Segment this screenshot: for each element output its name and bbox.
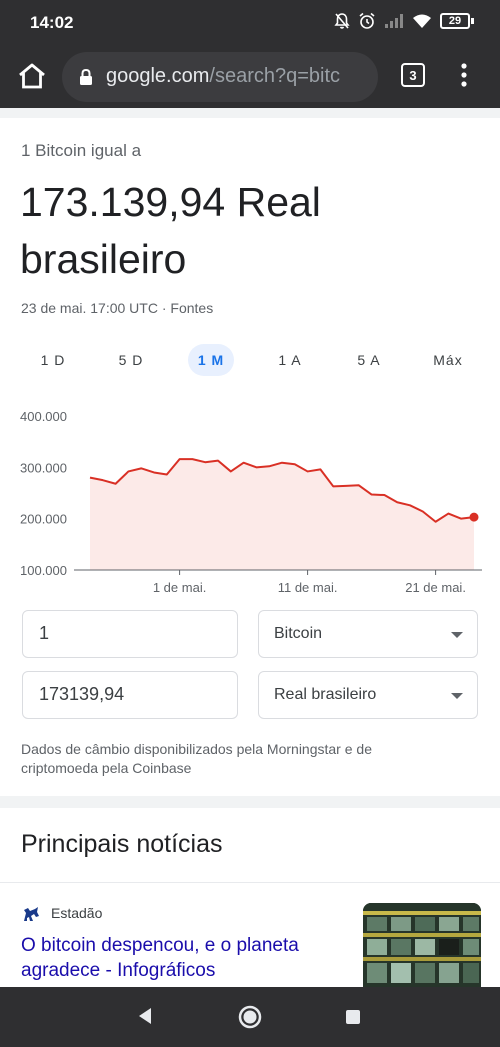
currency-from-select[interactable]: Bitcoin: [258, 610, 478, 658]
url-path: /search?q=bitc: [209, 65, 341, 87]
chart-area: [90, 459, 474, 570]
back-icon[interactable]: [137, 1007, 153, 1025]
tab-range-1m[interactable]: 1 M: [188, 344, 234, 376]
amount-to-field[interactable]: 173139,94: [22, 671, 238, 719]
y-tick-label: 400.000: [20, 409, 67, 424]
x-tick-label: 21 de mai.: [405, 580, 466, 595]
signal-icon: [385, 14, 403, 28]
amount-from-value: 1: [39, 623, 50, 643]
range-tabs: 1 D 5 D 1 M 1 A 5 A Máx: [0, 344, 500, 376]
home-circle-icon[interactable]: [238, 1005, 262, 1029]
tabs-icon[interactable]: 3: [401, 63, 425, 87]
more-vert-icon[interactable]: [455, 60, 473, 90]
currency-from-value: Bitcoin: [274, 625, 323, 642]
browser-toolbar: google.com/search?q=bitc 3: [0, 46, 500, 108]
currency-to-value: Real brasileiro: [274, 686, 377, 703]
tab-range-5d[interactable]: 5 D: [108, 344, 154, 376]
tab-range-max[interactable]: Máx: [424, 344, 472, 376]
status-time: 14:02: [30, 13, 74, 32]
news-source-logo-icon: [24, 907, 39, 921]
updated-date: 23 de mai. 17:00 UTC: [21, 300, 158, 316]
section-separator: [0, 108, 500, 118]
section-separator: [0, 796, 500, 808]
x-tick-label: 1 de mai.: [153, 580, 206, 595]
y-tick-label: 100.000: [20, 563, 67, 578]
sources-link[interactable]: Fontes: [170, 300, 213, 316]
amount-from-field[interactable]: 1: [22, 610, 238, 658]
divider: [0, 882, 500, 883]
bell-off-icon: [334, 13, 350, 29]
recents-icon[interactable]: [346, 1010, 360, 1024]
tab-count: 3: [409, 67, 417, 83]
currency-to-select[interactable]: Real brasileiro: [258, 671, 478, 719]
alarm-icon: [359, 12, 375, 29]
lock-icon: [80, 68, 92, 85]
url-domain: google.com: [106, 65, 210, 87]
status-bar: 14:02 29: [0, 0, 500, 46]
url-text[interactable]: google.com/search?q=bitc: [106, 65, 340, 88]
chevron-down-icon: [451, 693, 463, 699]
battery-level: 29: [440, 13, 470, 29]
news-heading: Principais notícias: [21, 830, 223, 858]
tab-range-5a[interactable]: 5 A: [346, 344, 392, 376]
page-content: 1 Bitcoin igual a 173.139,94 Real brasil…: [0, 108, 500, 987]
amount-to-value: 173139,94: [39, 684, 125, 704]
news-headline-link[interactable]: O bitcoin despencou, e o planeta agradec…: [21, 933, 341, 983]
system-nav-bar: [0, 987, 500, 1047]
tab-range-1d[interactable]: 1 D: [30, 344, 76, 376]
y-tick-label: 300.000: [20, 460, 67, 475]
converter-result: 173.139,94 Real brasileiro: [20, 179, 321, 282]
home-icon[interactable]: [16, 60, 48, 92]
battery-icon: 29: [440, 13, 474, 29]
news-thumbnail[interactable]: [363, 903, 481, 987]
status-icons: 29: [334, 12, 474, 30]
converter-equal-label: 1 Bitcoin igual a: [21, 141, 142, 160]
news-source: Estadão: [51, 905, 103, 921]
x-tick-label: 11 de mai.: [278, 580, 338, 595]
chevron-down-icon: [451, 632, 463, 638]
data-disclaimer: Dados de câmbio disponibilizados pela Mo…: [21, 741, 372, 776]
wifi-icon: [413, 14, 431, 28]
y-tick-label: 200.000: [20, 512, 67, 527]
last-point: [469, 512, 479, 522]
updated-timestamp: 23 de mai. 17:00 UTC · Fontes: [21, 300, 214, 316]
tab-range-1a[interactable]: 1 A: [267, 344, 313, 376]
url-bar[interactable]: google.com/search?q=bitc: [62, 52, 378, 102]
price-chart[interactable]: 400.000 300.000 200.000 100.000 1 de mai. 11 …: [0, 398, 500, 598]
